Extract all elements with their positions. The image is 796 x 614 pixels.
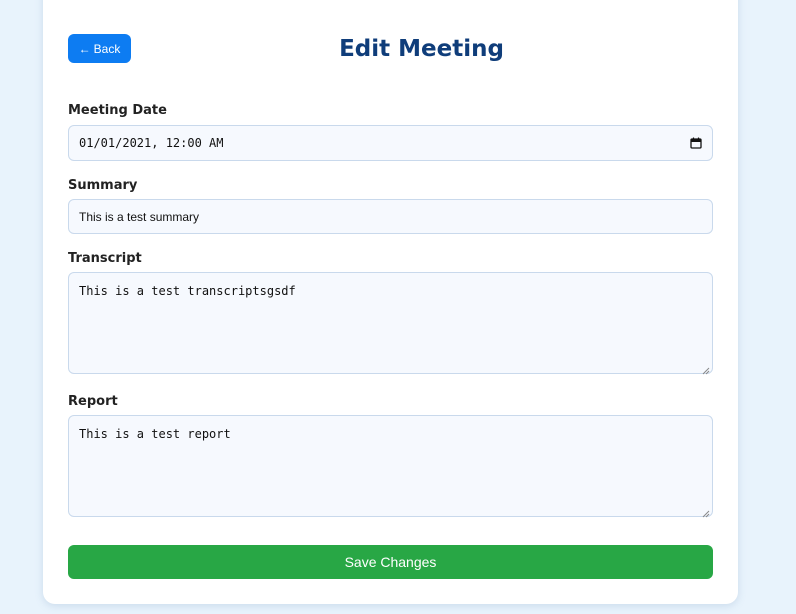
resize-grip-icon[interactable] bbox=[702, 363, 710, 375]
summary-label: Summary bbox=[68, 178, 138, 193]
transcript-value: This is a test transcriptsgsdf bbox=[79, 284, 296, 298]
calendar-icon[interactable] bbox=[690, 137, 702, 149]
report-value: This is a test report bbox=[79, 427, 231, 441]
resize-grip-icon[interactable] bbox=[702, 506, 710, 518]
transcript-textarea[interactable]: This is a test transcriptsgsdf bbox=[68, 272, 713, 375]
meeting-date-label: Meeting Date bbox=[68, 103, 167, 118]
transcript-label: Transcript bbox=[68, 251, 142, 266]
report-textarea[interactable]: This is a test report bbox=[68, 415, 713, 518]
summary-value: This is a test summary bbox=[79, 209, 200, 224]
save-changes-button[interactable]: Save Changes bbox=[68, 545, 713, 579]
meeting-date-input[interactable]: 01/01/2021, 12:00 AM bbox=[68, 125, 713, 161]
report-label: Report bbox=[68, 394, 118, 409]
page-title: Edit Meeting bbox=[339, 36, 504, 62]
meeting-date-value: 01/01/2021, 12:00 AM bbox=[79, 136, 224, 150]
summary-input[interactable]: This is a test summary bbox=[68, 199, 713, 234]
